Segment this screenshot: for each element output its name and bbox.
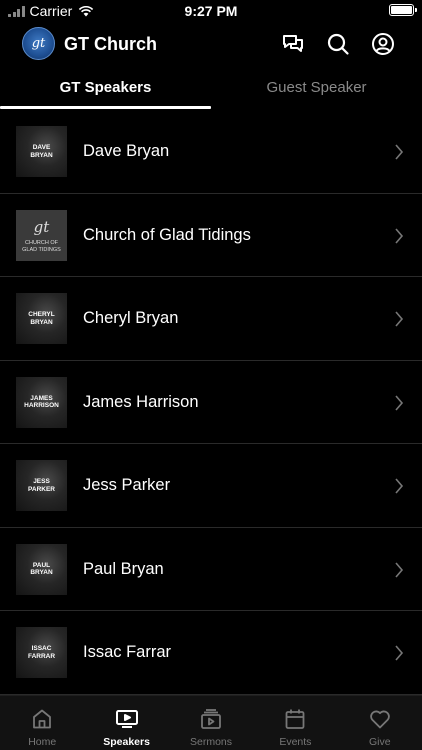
- give-icon: [369, 710, 390, 729]
- status-bar: Carrier 9:27 PM: [0, 0, 422, 22]
- chevron-right-icon: [395, 394, 404, 411]
- speaker-thumbnail: gt CHURCH OF GLAD TIDINGS: [16, 209, 67, 261]
- tab-bar-home[interactable]: Home: [0, 696, 84, 750]
- tab-gt-speakers[interactable]: GT Speakers: [0, 72, 211, 110]
- chevron-right-icon: [395, 561, 404, 578]
- profile-icon[interactable]: [371, 32, 395, 56]
- speaker-name: Jess Parker: [83, 476, 171, 494]
- church-logo: gt: [22, 27, 55, 60]
- active-tab-indicator: [0, 106, 211, 109]
- bottom-tab-bar: Home Speakers Sermons Events Give: [0, 695, 422, 750]
- events-icon: [285, 709, 305, 729]
- chat-icon[interactable]: [281, 32, 305, 56]
- tab-bar-speakers[interactable]: Speakers: [84, 696, 168, 750]
- speaker-thumbnail: ISSAC FARRAR: [16, 627, 67, 678]
- tab-bar-events[interactable]: Events: [253, 696, 337, 750]
- chevron-right-icon: [395, 311, 404, 327]
- speaker-row-paul-bryan[interactable]: PAUL BRYAN Paul Bryan: [0, 528, 422, 611]
- chevron-right-icon: [395, 478, 404, 494]
- speaker-name: Issac Farrar: [83, 643, 172, 661]
- speaker-name: Church of Glad Tidings: [83, 225, 251, 244]
- speaker-thumbnail: JESS PARKER: [16, 460, 67, 511]
- tab-guest-speaker[interactable]: Guest Speaker: [211, 72, 422, 110]
- speaker-row-dave-bryan[interactable]: DAVE BRYAN Dave Bryan: [0, 110, 422, 194]
- chevron-right-icon: [395, 144, 404, 160]
- status-time: 9:27 PM: [184, 3, 238, 19]
- search-icon[interactable]: [326, 32, 350, 56]
- tab-bar-give[interactable]: Give: [338, 696, 422, 750]
- home-icon: [33, 709, 52, 729]
- battery-icon: [389, 4, 417, 16]
- sermons-icon: [201, 709, 221, 729]
- chevron-right-icon: [395, 645, 404, 661]
- chevron-right-icon: [395, 227, 404, 244]
- app-header: gt GT Church: [0, 22, 422, 66]
- app-title: GT Church: [64, 34, 157, 54]
- speaker-row-church-of-glad-tidings[interactable]: gt CHURCH OF GLAD TIDINGS Church of Glad …: [0, 194, 422, 277]
- speaker-list: DAVE BRYAN Dave Bryan gt CHURCH OF GLAD TI…: [0, 110, 422, 695]
- speakers-icon: [115, 710, 138, 728]
- speaker-thumbnail: PAUL BRYAN: [16, 543, 67, 595]
- speaker-row-james-harrison[interactable]: JAMES HARRISON James Harrison: [0, 361, 422, 444]
- speaker-thumbnail: JAMES HARRISON: [16, 376, 67, 428]
- tab-bar-sermons[interactable]: Sermons: [169, 696, 253, 750]
- speaker-thumbnail: DAVE BRYAN: [16, 126, 67, 177]
- speaker-tabs: GT Speakers Guest Speaker: [0, 72, 422, 110]
- speaker-name: Paul Bryan: [83, 559, 164, 578]
- speaker-name: James Harrison: [83, 392, 199, 411]
- speaker-row-jess-parker[interactable]: JESS PARKER Jess Parker: [0, 444, 422, 528]
- speaker-row-cheryl-bryan[interactable]: CHERYL BRYAN Cheryl Bryan: [0, 277, 422, 361]
- speaker-name: Cheryl Bryan: [83, 309, 179, 327]
- speaker-row-issac-farrar[interactable]: ISSAC FARRAR Issac Farrar: [0, 611, 422, 695]
- speaker-name: Dave Bryan: [83, 142, 170, 160]
- speaker-thumbnail: CHERYL BRYAN: [16, 293, 67, 344]
